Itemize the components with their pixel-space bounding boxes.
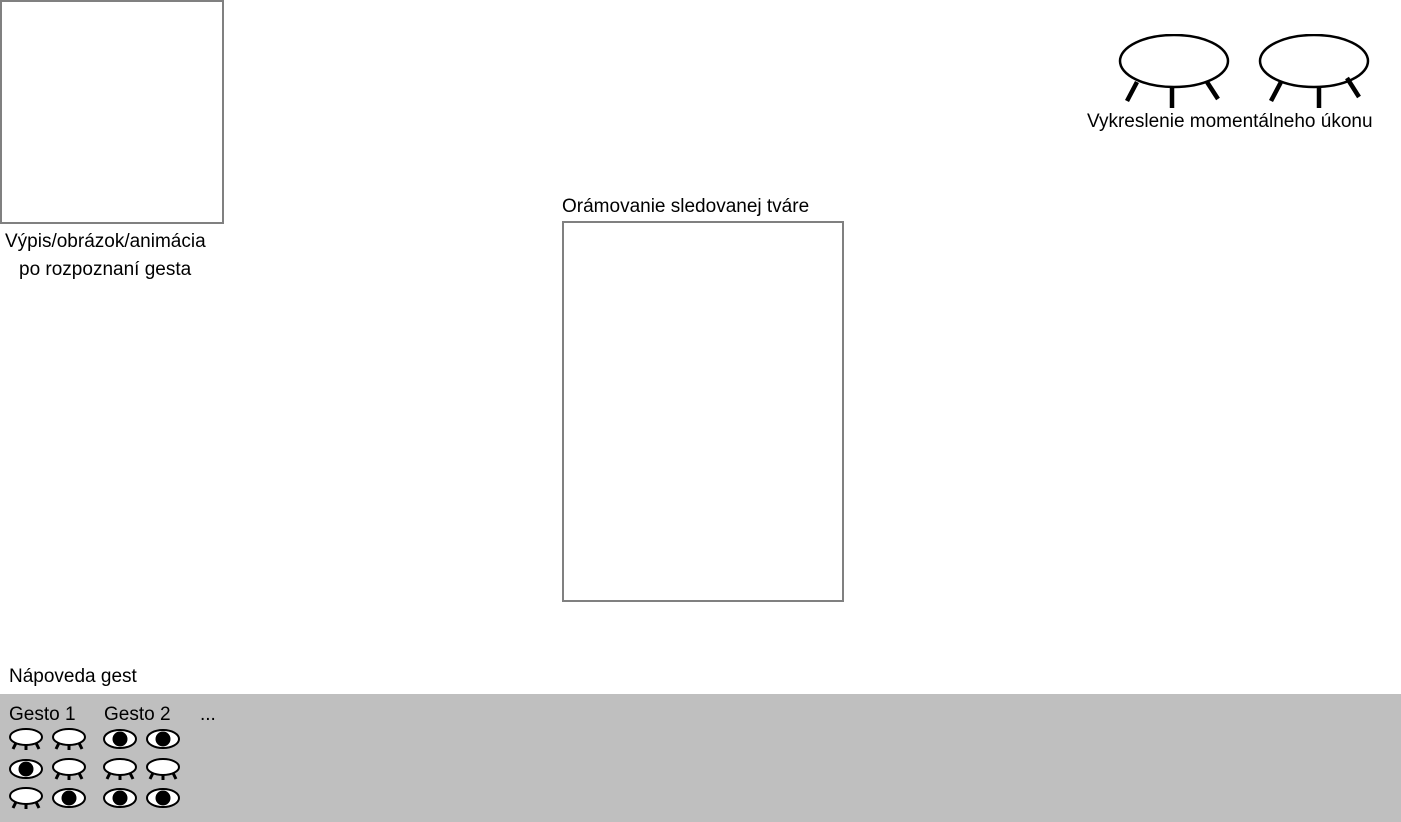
gesture-help-panel: Gesto 1 Gesto 2 ...	[0, 694, 1401, 822]
eye-open-icon	[102, 786, 138, 810]
eye-open-icon	[145, 786, 181, 810]
gesture-2-title: Gesto 2	[104, 704, 171, 725]
eye-closed-icon	[8, 786, 44, 810]
eye-closed-icon	[51, 727, 87, 751]
gesture-1-title: Gesto 1	[9, 704, 76, 725]
face-box-caption: Orámovanie sledovanej tváre	[562, 196, 810, 217]
eye-closed-icon	[102, 757, 138, 781]
eye-open-icon	[51, 786, 87, 810]
gesture-output-box	[0, 0, 224, 224]
gesture-output-caption-line2: po rozpoznaní gesta	[19, 259, 192, 280]
gesture-output-caption-line1: Výpis/obrázok/animácia	[5, 231, 206, 252]
eye-open-icon	[145, 727, 181, 751]
current-action-eye-right	[1257, 33, 1371, 110]
eye-closed-icon	[8, 727, 44, 751]
face-tracking-frame	[562, 221, 844, 602]
eye-open-icon	[8, 757, 44, 781]
eye-closed-icon	[51, 757, 87, 781]
gesture-help-title: Nápoveda gest	[9, 666, 137, 687]
gesture-more-ellipsis: ...	[200, 704, 216, 725]
current-action-caption: Vykreslenie momentálneho úkonu	[1087, 111, 1373, 132]
current-action-eye-left	[1117, 33, 1231, 110]
eye-closed-icon	[145, 757, 181, 781]
eye-open-icon	[102, 727, 138, 751]
